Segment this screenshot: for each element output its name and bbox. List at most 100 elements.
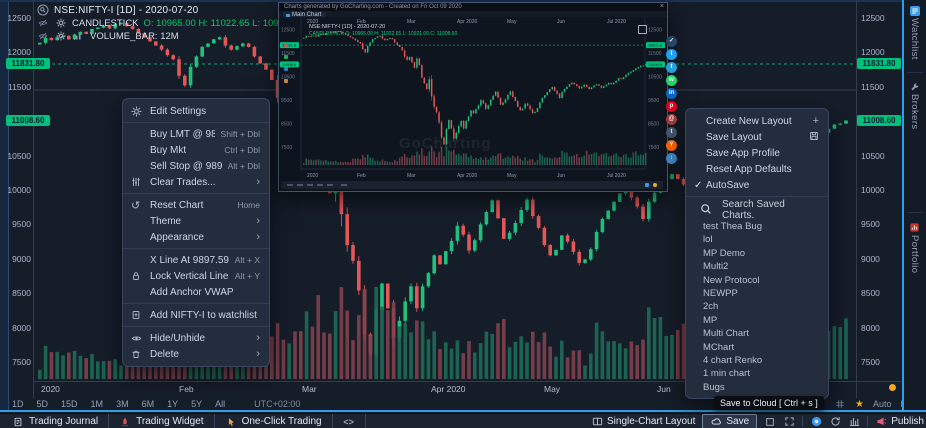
layout-menu-item-save-layout[interactable]: Save Layout: [686, 129, 828, 145]
refresh-icon[interactable]: [829, 416, 841, 428]
share-twitter-button[interactable]: t: [666, 49, 677, 60]
reset-icon: ↺: [131, 199, 150, 212]
snapshot-months-top: 2020FebMarApr 2020MayJunJul 2020: [279, 19, 667, 25]
save-button[interactable]: Save: [702, 414, 757, 428]
trading-journal-button[interactable]: Trading Journal: [2, 414, 109, 428]
watchlist-add-icon: [131, 310, 150, 320]
saved-chart-item[interactable]: test Thea Bug: [686, 220, 828, 233]
saved-chart-item[interactable]: MP Demo: [686, 247, 828, 260]
code-snippet-button[interactable]: <>: [333, 414, 366, 428]
timezone-label[interactable]: UTC+02:00: [254, 399, 300, 409]
timeframe-5d[interactable]: 5D: [37, 399, 49, 409]
single-chart-layout-button[interactable]: Single-Chart Layout: [591, 416, 695, 428]
saved-chart-item[interactable]: Multi2: [686, 260, 828, 273]
one-click-trading-button[interactable]: One-Click Trading: [215, 414, 333, 428]
select-region-icon[interactable]: [764, 416, 776, 428]
hide-series-icon[interactable]: [36, 17, 49, 29]
price-axis-label: 12000: [861, 48, 901, 57]
context-menu-item-edit-settings[interactable]: Edit Settings: [123, 103, 269, 119]
context-menu-item-add-anchor-vwap[interactable]: Add Anchor VWAP: [123, 284, 269, 300]
layout-menu-item-save-app-profile[interactable]: Save App Profile: [686, 145, 828, 161]
saved-charts-search-input[interactable]: Search Saved Charts.: [686, 200, 828, 220]
layout-menu-item-create-new-layout[interactable]: Create New Layout+: [686, 113, 828, 129]
snapshot-month-label: Jun: [557, 19, 565, 25]
active-chart-border-bottom: [0, 410, 926, 412]
share-whatsapp-button[interactable]: w: [666, 75, 677, 86]
timeframe-1m[interactable]: 1M: [91, 399, 104, 409]
trading-widget-button[interactable]: Trading Widget: [109, 414, 214, 428]
series-settings-icon[interactable]: [54, 17, 67, 29]
price-axis-label: 9000: [6, 255, 31, 264]
share-copy-link-button[interactable]: ✓: [666, 36, 677, 47]
auto-scale-toggle[interactable]: Auto: [873, 399, 892, 409]
fullscreen-icon[interactable]: [783, 416, 795, 428]
menu-item-shortcut: Shift + Dbl: [221, 129, 260, 139]
chevron-right-icon: ›: [250, 216, 260, 227]
context-menu-item-hide-unhide[interactable]: Hide/Unhide›: [123, 330, 269, 346]
saved-chart-item[interactable]: NEWPP: [686, 287, 828, 300]
notification-dot[interactable]: [889, 384, 896, 391]
price-tag: 11831.80: [857, 58, 901, 69]
context-menu-item-sell-stop-9897-59[interactable]: Sell Stop @ 9897.59Alt + Dbl: [123, 158, 269, 174]
timeframe-15d[interactable]: 15D: [61, 399, 78, 409]
close-icon[interactable]: ×: [660, 3, 664, 11]
timeframe-6m[interactable]: 6M: [142, 399, 155, 409]
menu-item-label: Add Anchor VWAP: [150, 287, 260, 298]
timeframe-row: 1D 5D 15D 1M 3M 6M 1Y 5Y All UTC+02:00: [12, 399, 300, 409]
context-menu-item-add-nifty-i-to-watchlist[interactable]: Add NIFTY-I to watchlist: [123, 307, 269, 323]
context-menu-item-theme[interactable]: Theme›: [123, 213, 269, 229]
share-download-button[interactable]: ↓: [666, 153, 677, 164]
saved-chart-item[interactable]: 1 min chart: [686, 367, 828, 380]
context-menu-item-delete[interactable]: Delete›: [123, 346, 269, 362]
bottom-toolbar: Trading JournalTrading Widget One-Click T…: [0, 413, 926, 428]
saved-chart-item[interactable]: 4 chart Renko: [686, 354, 828, 367]
saved-chart-item[interactable]: Multi Chart: [686, 327, 828, 340]
share-email-button[interactable]: @: [666, 114, 677, 125]
context-menu-item-x-line-at-9897-59[interactable]: X Line At 9897.59Alt + X: [123, 252, 269, 268]
columns-icon[interactable]: [848, 416, 860, 428]
timeframe-1y[interactable]: 1Y: [167, 399, 178, 409]
share-telegram-button[interactable]: t: [666, 62, 677, 73]
volume-settings-icon[interactable]: [54, 30, 67, 42]
timeframe-3m[interactable]: 3M: [116, 399, 129, 409]
plus-icon: +: [813, 115, 819, 127]
context-menu-item-buy-lmt-9897-59[interactable]: Buy LMT @ 9897.59Shift + Dbl: [123, 126, 269, 142]
symbol-search-icon[interactable]: [36, 4, 49, 16]
context-menu-item-appearance[interactable]: Appearance›: [123, 229, 269, 245]
context-menu-item-clear-trades[interactable]: Clear Trades...›: [123, 174, 269, 190]
sidebar-tab-portfolio[interactable]: Portfolio: [909, 235, 920, 273]
publish-button[interactable]: Publish: [875, 416, 924, 428]
sidebar-tab-brokers[interactable]: Brokers: [909, 94, 920, 130]
saved-chart-item[interactable]: 2ch: [686, 300, 828, 313]
snapshot-copy-icon[interactable]: [638, 25, 647, 34]
saved-chart-item[interactable]: New Protocol: [686, 274, 828, 287]
context-menu-item-reset-chart[interactable]: ↺Reset ChartHome: [123, 197, 269, 213]
hide-volume-icon[interactable]: [36, 30, 49, 42]
saved-chart-item[interactable]: lol: [686, 233, 828, 246]
timeframe-1d[interactable]: 1D: [12, 399, 24, 409]
share-tumblr-button[interactable]: t: [666, 127, 677, 138]
context-menu-item-buy-mkt[interactable]: Buy MktCtrl + Dbl: [123, 142, 269, 158]
saved-chart-item[interactable]: Bugs: [686, 381, 828, 394]
saved-chart-item[interactable]: MP: [686, 314, 828, 327]
grid-settings-icon[interactable]: [834, 398, 846, 410]
snapshot-month-label: May: [507, 19, 516, 25]
timeframe-5y[interactable]: 5Y: [191, 399, 202, 409]
saved-chart-item[interactable]: MChart: [686, 341, 828, 354]
camera-snapshot-icon[interactable]: [810, 416, 822, 428]
menu-item-label: Save App Profile: [706, 148, 819, 159]
sidebar-tab-watchlist[interactable]: Watchlist: [909, 18, 920, 60]
layout-menu-item-autosave[interactable]: ✓AutoSave: [686, 177, 828, 193]
layout-menu-item-reset-app-defaults[interactable]: Reset App Defaults: [686, 161, 828, 177]
button-label: One-Click Trading: [242, 416, 322, 427]
snapshot-month-label: 2020: [307, 173, 318, 179]
share-pinterest-button[interactable]: p: [666, 101, 677, 112]
share-hackernews-button[interactable]: Y: [666, 140, 677, 151]
menu-divider: [123, 122, 269, 123]
svg-text:8500: 8500: [648, 121, 659, 127]
timeframe-all[interactable]: All: [215, 399, 225, 409]
favorite-star-icon[interactable]: ★: [855, 399, 864, 410]
share-linkedin-button[interactable]: in: [666, 88, 677, 99]
context-menu-item-lock-vertical-line[interactable]: Lock Vertical LineAlt + Y: [123, 268, 269, 284]
menu-item-label: Theme: [150, 216, 250, 227]
